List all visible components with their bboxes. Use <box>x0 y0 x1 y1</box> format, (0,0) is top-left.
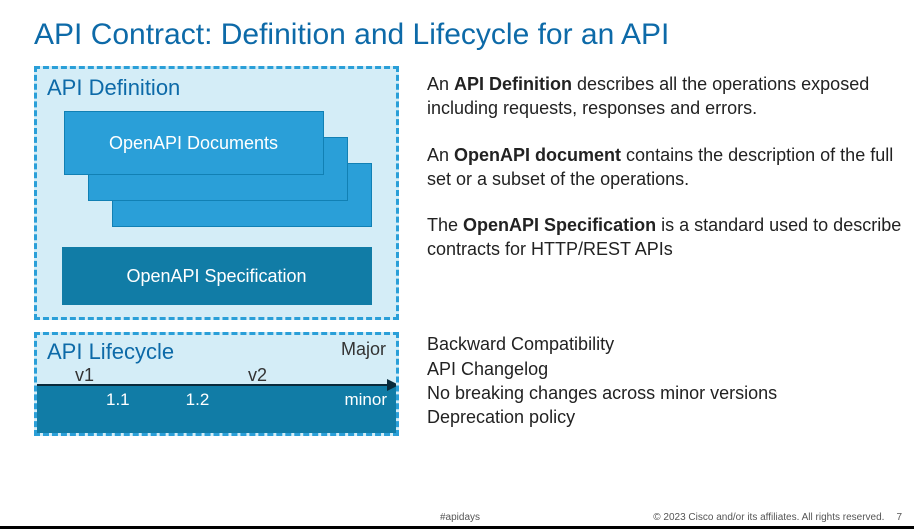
compat-line-no-breaking: No breaking changes across minor version… <box>427 381 904 405</box>
minor-versions-band: 1.1 1.2 minor <box>34 384 399 436</box>
openapi-documents-label: OpenAPI Documents <box>109 133 278 154</box>
api-lifecycle-title: API Lifecycle <box>47 339 174 365</box>
version-v2: v2 <box>248 365 267 386</box>
footer-copyright: © 2023 Cisco and/or its affiliates. All … <box>653 512 884 523</box>
timeline-arrow-line <box>34 384 393 386</box>
left-column: API Definition OpenAPI Documents OpenAPI… <box>34 66 399 436</box>
paragraph-api-definition: An API Definition describes all the oper… <box>427 72 904 121</box>
api-definition-box: API Definition OpenAPI Documents OpenAPI… <box>34 66 399 320</box>
timeline-arrow-tip-icon <box>387 379 399 391</box>
api-lifecycle-box: API Lifecycle Major v1 v2 1.1 1.2 minor <box>34 332 399 436</box>
paragraph-openapi-document: An OpenAPI document contains the descrip… <box>427 143 904 192</box>
major-versions-row: v1 v2 <box>37 365 396 386</box>
backward-compatibility-title: Backward Compatibility <box>427 334 904 355</box>
version-v1: v1 <box>75 365 94 386</box>
major-label: Major <box>341 339 386 365</box>
right-column: An API Definition describes all the oper… <box>427 66 904 436</box>
minor-version-1-1: 1.1 <box>106 390 130 410</box>
footer-page-number: 7 <box>896 512 902 523</box>
compat-line-deprecation: Deprecation policy <box>427 405 904 429</box>
footer-hashtag: #apidays <box>440 512 480 523</box>
content-area: API Definition OpenAPI Documents OpenAPI… <box>0 52 914 436</box>
openapi-specification-label: OpenAPI Specification <box>126 266 306 287</box>
paragraph-openapi-specification: The OpenAPI Specification is a standard … <box>427 213 904 262</box>
slide-title: API Contract: Definition and Lifecycle f… <box>0 0 914 52</box>
compat-line-changelog: API Changelog <box>427 357 904 381</box>
minor-label: minor <box>344 390 387 410</box>
minor-version-1-2: 1.2 <box>186 390 210 410</box>
slide-footer: #apidays © 2023 Cisco and/or its affilia… <box>0 512 914 523</box>
api-definition-title: API Definition <box>47 75 386 101</box>
openapi-specification-card: OpenAPI Specification <box>62 247 372 305</box>
openapi-documents-stack: OpenAPI Documents <box>62 109 372 237</box>
openapi-document-card: OpenAPI Documents <box>64 111 324 175</box>
